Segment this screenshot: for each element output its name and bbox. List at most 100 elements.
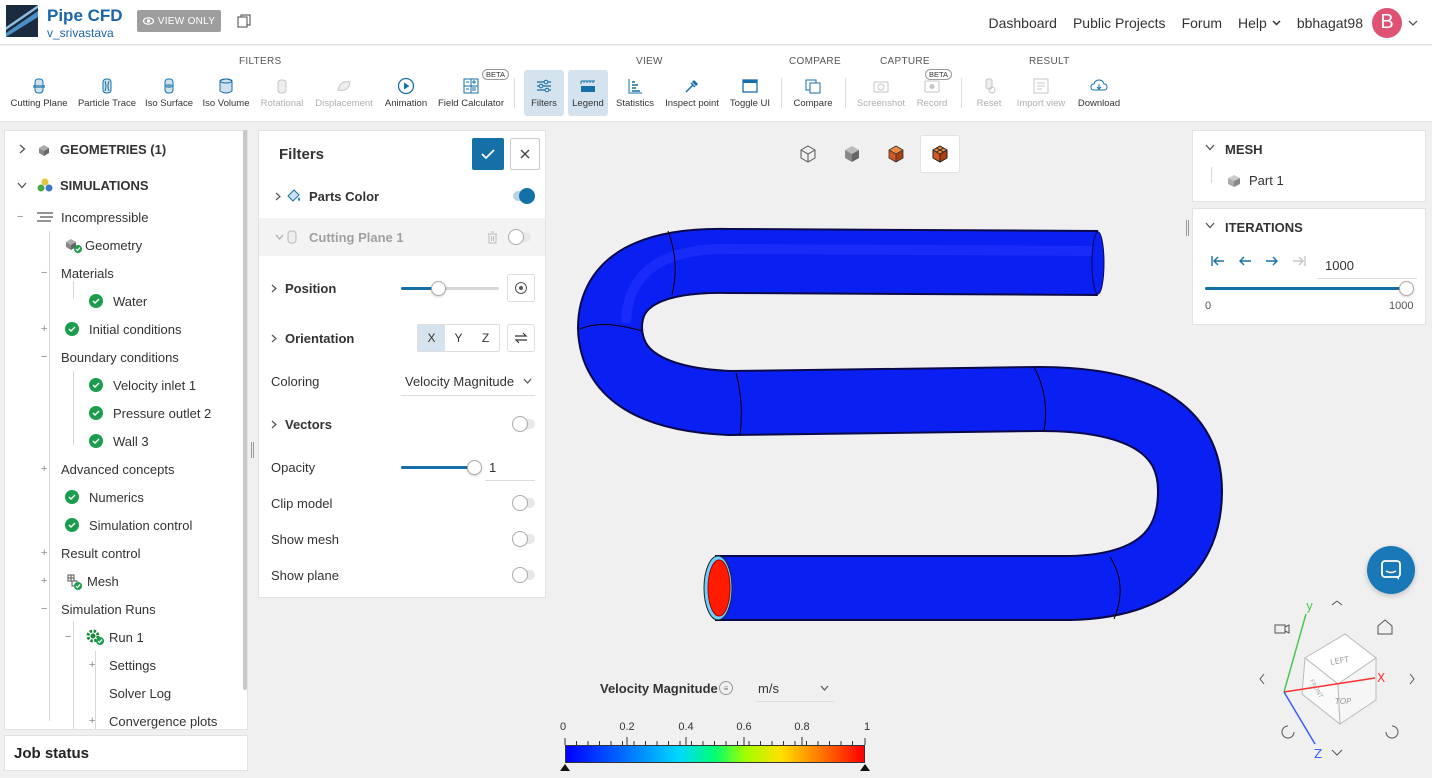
tree-item-simulations[interactable]: SIMULATIONS [15, 171, 149, 199]
flip-orientation-button[interactable] [507, 324, 535, 352]
expand-icon[interactable]: + [41, 575, 65, 587]
collapse-icon[interactable]: − [65, 631, 85, 643]
chevron-right-icon[interactable] [271, 284, 277, 293]
panel-resize-handle[interactable] [251, 442, 254, 458]
chevron-down-icon[interactable] [1408, 20, 1418, 26]
rotate-cw-icon[interactable] [1385, 725, 1399, 739]
tree-item-mesh[interactable]: + Mesh [41, 567, 119, 595]
chevron-right-icon[interactable] [275, 192, 281, 201]
tree-item-velocity-inlet[interactable]: Velocity inlet 1 [89, 371, 196, 399]
iteration-slider[interactable] [1205, 281, 1414, 296]
filters-tool[interactable]: Filters [524, 70, 564, 116]
tree-scrollbar[interactable] [243, 130, 247, 690]
collapse-icon[interactable]: − [41, 351, 61, 363]
import-view-tool[interactable]: Import view [1014, 70, 1068, 116]
nav-forum[interactable]: Forum [1182, 15, 1222, 31]
expand-icon[interactable]: + [89, 659, 109, 671]
cutting-plane-toggle[interactable] [508, 229, 531, 245]
parts-color-row[interactable]: Parts Color [259, 178, 545, 214]
tree-item-simulation-control[interactable]: Simulation control [65, 511, 192, 539]
tree-item-water[interactable]: Water [89, 287, 147, 315]
rotate-up-icon[interactable] [1331, 600, 1343, 606]
parts-color-toggle[interactable] [513, 188, 535, 204]
tree-item-solver-log[interactable]: Solver Log [109, 679, 171, 707]
nav-dashboard[interactable]: Dashboard [988, 15, 1057, 31]
expand-icon[interactable]: + [41, 323, 65, 335]
animation-tool[interactable]: Animation [383, 70, 429, 116]
chevron-right-icon[interactable] [271, 334, 277, 343]
close-button[interactable] [510, 138, 540, 170]
range-handle-min[interactable] [560, 764, 570, 771]
collapse-icon[interactable]: − [17, 211, 27, 223]
axis-z-button[interactable]: Z [472, 325, 499, 351]
nav-public-projects[interactable]: Public Projects [1073, 15, 1166, 31]
opacity-input[interactable]: 1 [489, 460, 496, 475]
chevron-right-icon[interactable] [271, 420, 277, 429]
iso-surface-tool[interactable]: Iso Surface [145, 70, 193, 116]
tree-item-geometry[interactable]: Geometry [65, 231, 142, 259]
toggle-ui-tool[interactable]: Toggle UI [728, 70, 772, 116]
chevron-down-icon[interactable] [523, 378, 532, 384]
chevron-down-icon[interactable] [1205, 222, 1215, 229]
job-status-panel[interactable]: Job status [4, 735, 248, 771]
previous-iteration-icon[interactable] [1238, 255, 1252, 267]
slider-thumb[interactable] [467, 460, 482, 475]
rotate-right-icon[interactable] [1409, 673, 1415, 685]
project-owner-link[interactable]: v_srivastava [47, 26, 114, 40]
tree-item-pressure-outlet[interactable]: Pressure outlet 2 [89, 399, 211, 427]
chevron-down-icon[interactable] [15, 182, 29, 189]
record-tool[interactable]: Record BETA [913, 69, 953, 116]
tree-item-boundary-conditions[interactable]: − Boundary conditions [41, 343, 179, 371]
tree-item-geometries[interactable]: GEOMETRIES (1) [15, 135, 166, 163]
pick-position-button[interactable] [507, 274, 535, 302]
iso-volume-tool[interactable]: Iso Volume [203, 70, 250, 116]
first-iteration-icon[interactable] [1211, 255, 1225, 267]
expand-icon[interactable]: + [89, 715, 109, 727]
rotational-tool[interactable]: Rotational [258, 70, 306, 116]
next-iteration-icon[interactable] [1265, 255, 1279, 267]
last-iteration-icon[interactable] [1292, 255, 1306, 267]
position-slider[interactable] [401, 281, 499, 296]
show-plane-toggle[interactable] [512, 567, 535, 583]
range-handle-max[interactable] [860, 764, 870, 771]
legend-tool[interactable]: Legend [568, 70, 608, 116]
tree-item-incompressible[interactable]: − Incompressible [17, 203, 148, 231]
tree-item-advanced-concepts[interactable]: + Advanced concepts [41, 455, 174, 483]
home-icon[interactable] [1377, 619, 1393, 635]
tree-item-numerics[interactable]: Numerics [65, 483, 144, 511]
show-mesh-toggle[interactable] [512, 531, 535, 547]
tree-item-simulation-runs[interactable]: − Simulation Runs [41, 595, 156, 623]
cutting-plane-row[interactable]: Cutting Plane 1 [259, 218, 545, 256]
cube-face-top[interactable]: TOP [1335, 697, 1351, 706]
clip-model-toggle[interactable] [512, 495, 535, 511]
slider-thumb[interactable] [1399, 281, 1414, 296]
cutting-plane-tool[interactable]: Cutting Plane [10, 70, 68, 116]
avatar[interactable]: B [1372, 7, 1402, 38]
axis-x-button[interactable]: X [418, 325, 445, 351]
iteration-input[interactable]: 1000 [1317, 253, 1417, 279]
reset-tool[interactable]: Reset [972, 70, 1006, 116]
compare-tool[interactable]: Compare [792, 70, 834, 116]
collapse-icon[interactable]: − [41, 267, 61, 279]
chevron-down-icon[interactable] [1205, 144, 1215, 151]
simscale-logo-icon[interactable] [6, 5, 38, 37]
nav-help-menu[interactable]: Help [1238, 15, 1281, 31]
orientation-cube[interactable]: LEFT TOP FRONT y X Z [1250, 596, 1430, 766]
expand-icon[interactable]: + [41, 547, 61, 559]
displacement-tool[interactable]: Displacement [314, 70, 374, 116]
rotate-down-icon[interactable] [1331, 749, 1343, 756]
tree-item-settings[interactable]: + Settings [89, 651, 156, 679]
username[interactable]: bbhagat98 [1297, 15, 1363, 31]
screenshot-tool[interactable]: Screenshot [856, 70, 906, 116]
vectors-toggle[interactable] [512, 416, 535, 432]
project-title[interactable]: Pipe CFD [47, 6, 123, 26]
tree-item-result-control[interactable]: + Result control [41, 539, 140, 567]
slider-thumb[interactable] [431, 281, 447, 296]
tree-item-initial-conditions[interactable]: + Initial conditions [41, 315, 182, 343]
tree-item-run[interactable]: − Run 1 [65, 623, 144, 651]
particle-trace-tool[interactable]: Particle Trace [78, 70, 136, 116]
confirm-button[interactable] [472, 138, 504, 170]
statistics-tool[interactable]: Statistics [614, 70, 656, 116]
rotate-ccw-icon[interactable] [1281, 725, 1295, 739]
copy-icon[interactable] [237, 14, 251, 28]
